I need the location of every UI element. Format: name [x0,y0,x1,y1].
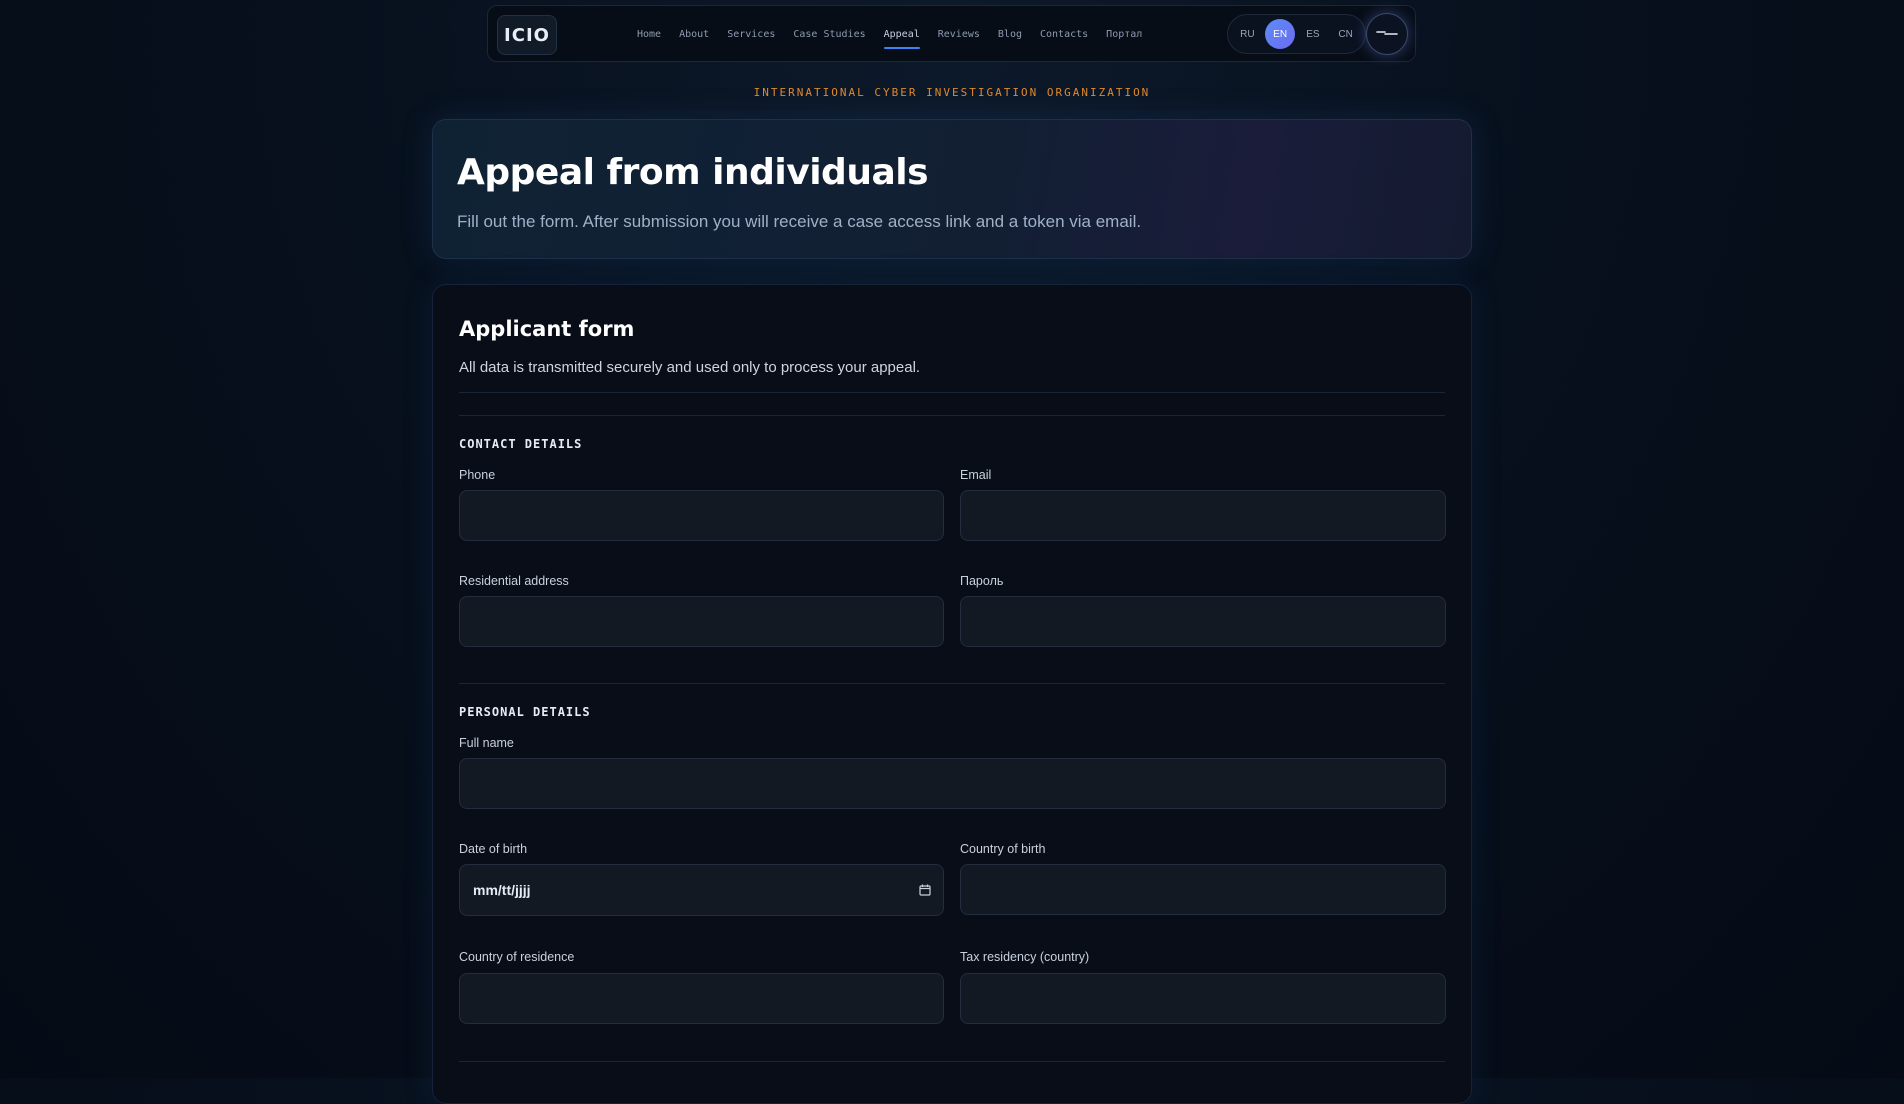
menu-button[interactable] [1366,13,1408,55]
dob-label: Date of birth [459,842,528,856]
divider [459,415,1445,416]
page-subtitle: Fill out the form. After submission you … [457,212,1142,231]
nav-link-case-studies[interactable]: Case Studies [784,6,874,63]
address-label: Residential address [459,574,569,588]
form-title: Applicant form [459,317,635,341]
fullname-label: Full name [459,736,514,750]
form-subtitle: All data is transmitted securely and use… [459,359,921,376]
address-input[interactable] [459,596,944,647]
nav-links: Home About Services Case Studies Appeal … [628,6,1151,63]
country-residence-label: Country of residence [459,950,575,964]
divider [459,1061,1445,1062]
menu-icon [1376,31,1398,35]
email-label: Email [960,468,992,482]
lang-en[interactable]: EN [1265,19,1296,49]
nav-link-reviews[interactable]: Reviews [929,6,989,63]
calendar-icon[interactable] [919,884,931,896]
dob-input[interactable]: mm/tt/jjjj [459,864,944,916]
country-birth-label: Country of birth [960,842,1046,856]
organization-name: INTERNATIONAL CYBER INVESTIGATION ORGANI… [753,86,1151,99]
language-switcher: RU EN ES CN [1227,14,1366,54]
lang-ru[interactable]: RU [1232,19,1262,49]
hero-banner: Appeal from individuals Fill out the for… [432,119,1472,259]
nav-link-services[interactable]: Services [718,6,784,63]
nav-link-contacts[interactable]: Contacts [1031,6,1097,63]
section-contact-details: CONTACT DETAILS [459,437,583,451]
tax-residency-label: Tax residency (country) [960,950,1090,964]
nav-link-about[interactable]: About [670,6,718,63]
email-input[interactable] [960,490,1446,541]
fullname-input[interactable] [459,758,1446,809]
nav-link-home[interactable]: Home [628,6,670,63]
top-navigation: ICIO Home About Services Case Studies Ap… [487,5,1416,62]
logo[interactable]: ICIO [497,15,557,55]
page-title: Appeal from individuals [457,152,929,193]
nav-link-portal[interactable]: Портал [1097,6,1151,63]
phone-label: Phone [459,468,496,482]
nav-link-blog[interactable]: Blog [989,6,1031,63]
country-residence-input[interactable] [459,973,944,1024]
nav-link-appeal[interactable]: Appeal [875,6,929,63]
applicant-form: Applicant form All data is transmitted s… [432,284,1472,1104]
phone-input[interactable] [459,490,944,541]
lang-cn[interactable]: CN [1331,19,1361,49]
divider [459,392,1445,393]
password-input[interactable] [960,596,1446,647]
country-birth-input[interactable] [960,864,1446,915]
password-label: Пароль [960,574,1004,588]
tax-residency-input[interactable] [960,973,1446,1024]
divider [459,683,1445,684]
section-personal-details: PERSONAL DETAILS [459,705,591,719]
dob-placeholder: mm/tt/jjjj [473,882,531,898]
lang-es[interactable]: ES [1298,19,1328,49]
